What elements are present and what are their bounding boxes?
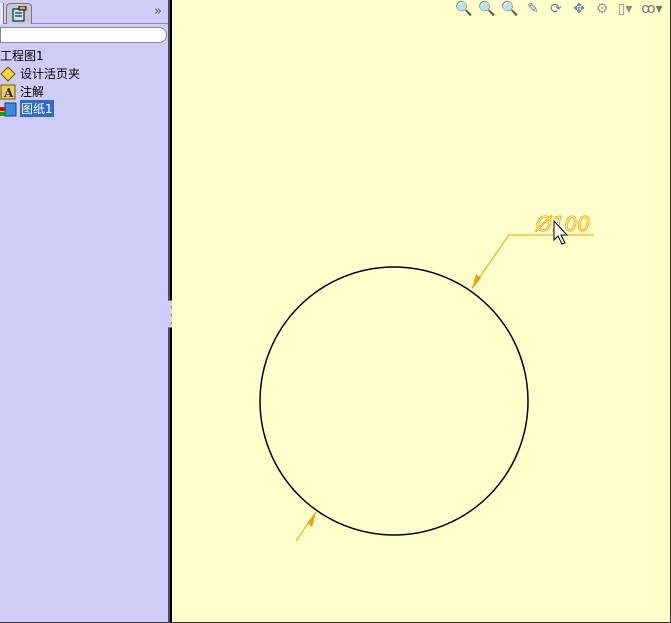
expand-button[interactable]: » xyxy=(154,4,162,19)
tab-feature-manager[interactable] xyxy=(6,3,32,24)
tree-item-label: 设计活页夹 xyxy=(20,67,81,81)
tree-item-sheet[interactable]: 图纸1 xyxy=(0,100,54,117)
tree-item-drawing[interactable]: 工程图1 xyxy=(0,47,44,64)
svg-text:A: A xyxy=(3,86,14,100)
drawing-canvas[interactable]: 🔍 🔍 🔍 ✎ ⟳ ✥ ⚙ ▯▾ ꝏ▾ Ø100 xyxy=(172,0,670,622)
tree-item-label: 工程图1 xyxy=(0,49,44,63)
tree-item-label: 图纸1 xyxy=(20,100,54,117)
tree-item-label: 注解 xyxy=(20,85,45,99)
sheet-icon xyxy=(0,102,17,116)
circle-entity[interactable] xyxy=(259,266,529,536)
drawing-sheet: Ø100 xyxy=(259,212,594,542)
diameter-dimension[interactable] xyxy=(295,234,594,542)
tab-edge xyxy=(0,3,4,24)
annotations-icon: A xyxy=(0,84,16,100)
design-binder-icon xyxy=(0,65,16,82)
solidworks-window: » 工程图1 设计活页夹 A 注解 图纸1 ◀◀◀ 🔍 🔍 🔍 ✎ ⟳ ✥ ⚙ … xyxy=(0,0,671,623)
tree-item-design-binder[interactable]: 设计活页夹 xyxy=(0,65,80,82)
tree-item-annotations[interactable]: A 注解 xyxy=(0,83,44,100)
feature-manager-panel: » 工程图1 设计活页夹 A 注解 图纸1 xyxy=(0,0,170,622)
panel-tabbar: » xyxy=(0,0,168,24)
feature-manager-icon xyxy=(12,6,27,22)
filter-input[interactable] xyxy=(0,27,167,43)
